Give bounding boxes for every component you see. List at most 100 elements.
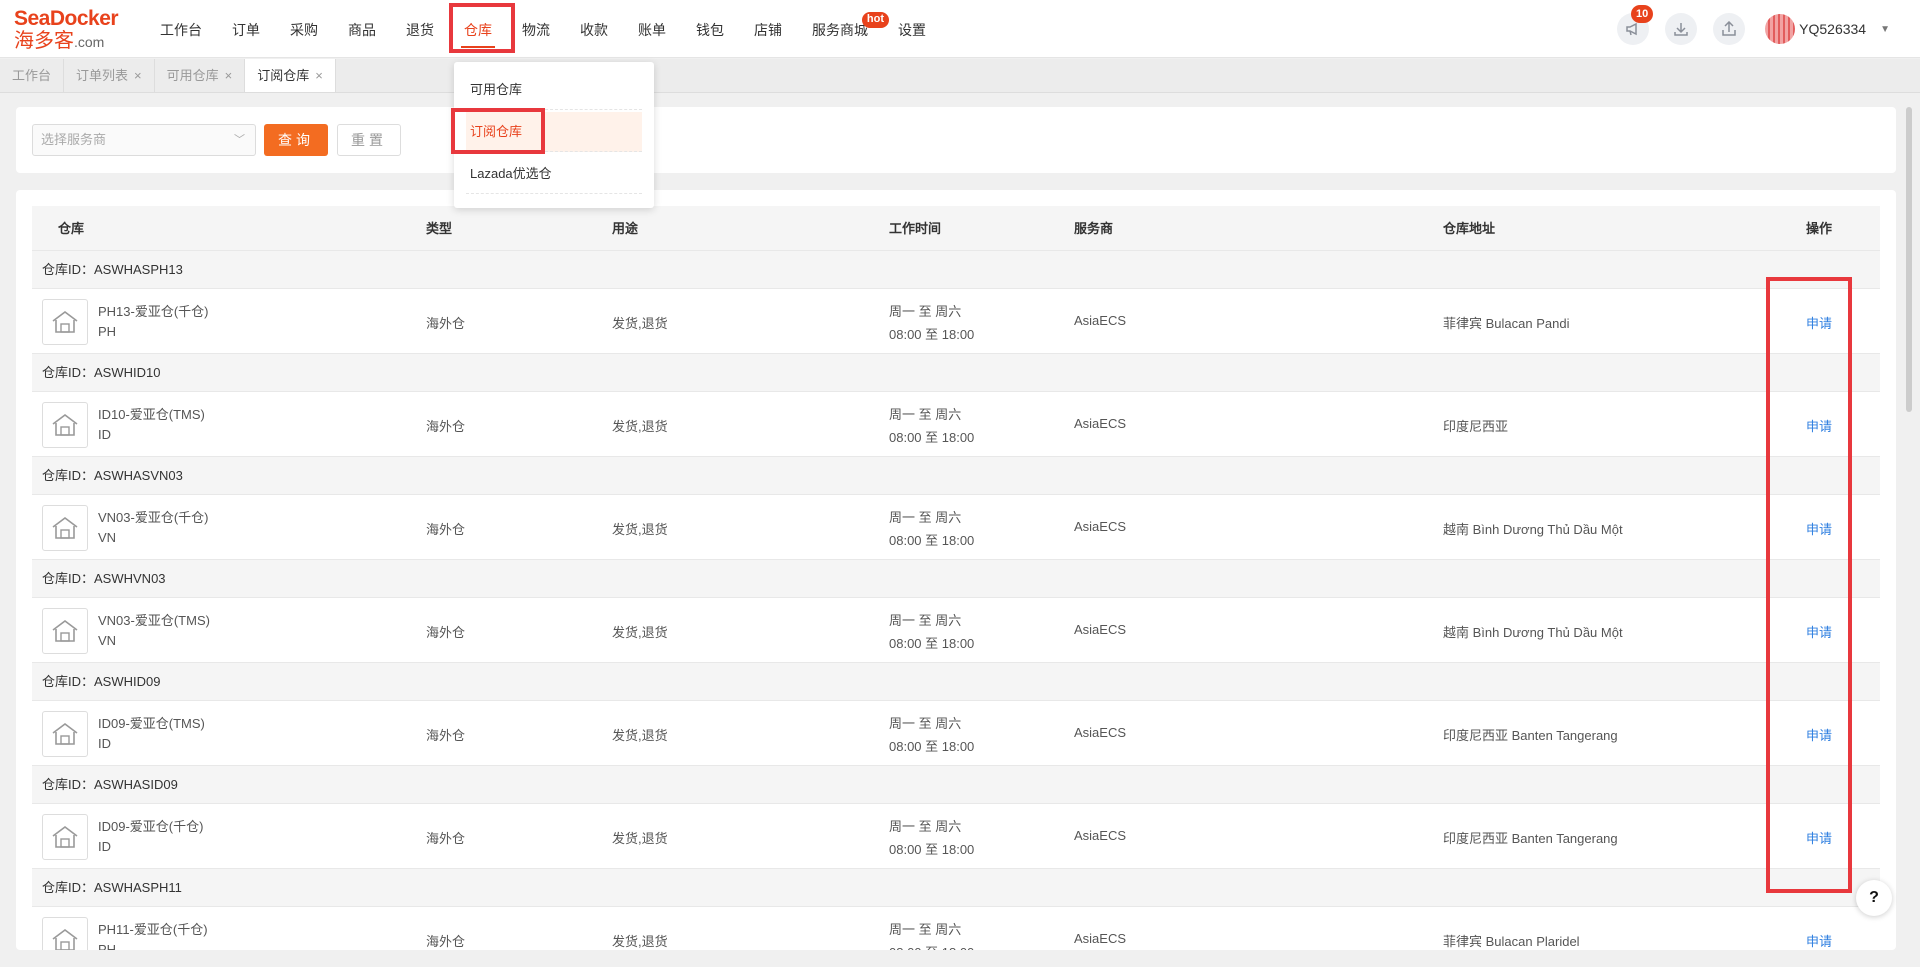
warehouse-group-row: 仓库ID：ASWHVN03 [32,560,1880,598]
group-prefix: 仓库ID： [42,262,95,277]
group-prefix: 仓库ID： [42,674,95,689]
top-navbar: SeaDocker 海多客.com 工作台 订单 采购 商品 退货 仓库 物流 … [0,0,1920,58]
main-nav: 工作台 订单 采购 商品 退货 仓库 物流 收款 账单 钱包 店铺 服务商城 h… [145,0,941,58]
work-hours: 08:00 至 18:00 [889,430,975,445]
apply-link[interactable]: 申请 [1806,931,1832,950]
warehouse-usage: 发货,退货 [612,831,668,846]
download-button[interactable] [1665,13,1698,45]
menu-item-lazada-warehouse[interactable]: Lazada优选仓 [466,154,642,194]
tab-order-list-label: 订单列表 [76,68,129,83]
warehouse-icon [52,311,78,333]
apply-link[interactable]: 申请 [1806,622,1832,641]
warehouse-id: ASWHVN03 [94,571,166,586]
apply-link[interactable]: 申请 [1806,313,1832,332]
warehouse-country-code: PH [98,942,117,950]
group-prefix: 仓库ID： [42,880,95,895]
work-days: 周一 至 周六 [889,304,962,319]
warehouse-provider: AsiaECS [1074,519,1127,534]
tab-order-list[interactable]: 订单列表 × [64,59,155,92]
warehouse-type: 海外仓 [426,728,466,743]
apply-link[interactable]: 申请 [1806,519,1832,538]
warehouse-icon [52,826,78,848]
warehouse-address: 印度尼西亚 Banten Tangerang [1443,728,1618,743]
menu-item-available-warehouse[interactable]: 可用仓库 [466,70,642,110]
warehouse-group-row: 仓库ID：ASWHASID09 [32,766,1880,804]
close-icon[interactable]: × [315,68,323,83]
nav-collection[interactable]: 收款 [565,0,623,58]
header-work-time: 工作时间 [889,221,942,236]
work-days: 周一 至 周六 [889,407,962,422]
warehouse-country-code: ID [98,839,111,854]
warehouse-id: ASWHASID09 [94,777,178,792]
username[interactable]: YQ526334 [1799,21,1866,37]
nav-products[interactable]: 商品 [333,0,391,58]
work-days: 周一 至 周六 [889,716,962,731]
warehouse-usage: 发货,退货 [612,419,668,434]
warehouse-usage: 发货,退货 [612,728,668,743]
query-button[interactable]: 查询 [264,124,328,156]
warehouse-type: 海外仓 [426,316,466,331]
warehouse-thumbnail [42,608,88,654]
nav-stores[interactable]: 店铺 [739,0,797,58]
close-icon[interactable]: × [134,68,142,83]
announcement-button[interactable]: 10 [1617,5,1654,45]
nav-orders[interactable]: 订单 [217,0,275,58]
apply-link[interactable]: 申请 [1806,725,1832,744]
warehouse-group-row: 仓库ID：ASWHASVN03 [32,457,1880,495]
search-panel: 选择服务商 ﹀ 查询 重置 [16,107,1896,173]
chevron-down-icon: ﹀ [234,134,245,146]
table-body: 仓库ID：ASWHASPH13 PH13-爱亚仓(千仓) PH 海外仓 发货,退货 周一 … [32,251,1880,950]
warehouse-icon [52,517,78,539]
table-row: ID09-爱亚仓(TMS) ID 海外仓 发货,退货 周一 至 周六 08:00 至 18… [32,701,1880,766]
megaphone-icon [1626,22,1637,36]
close-icon[interactable]: × [225,68,233,83]
warehouse-country-code: VN [98,530,117,545]
nav-service-mall-label: 服务商城 [812,22,868,38]
nav-returns[interactable]: 退货 [391,0,449,58]
work-hours: 08:00 至 18:00 [889,327,975,342]
warehouse-address: 越南 Bình Dương Thủ Dầu Một [1443,625,1623,640]
header-warehouse: 仓库 [58,221,85,236]
warehouse-name: PH11-爱亚仓(千仓) [98,922,208,937]
warehouse-table-panel: 仓库 类型 用途 工作时间 服务商 仓库地址 操作 仓库ID：ASWHASPH1… [16,190,1896,950]
work-days: 周一 至 周六 [889,819,962,834]
warehouse-provider: AsiaECS [1074,931,1127,946]
work-days: 周一 至 周六 [889,922,962,937]
logo-cn-text: 海多客 [14,30,74,52]
download-icon [1674,23,1688,36]
provider-select[interactable]: 选择服务商 ﹀ [32,124,256,156]
tab-available-warehouse[interactable]: 可用仓库 × [155,59,246,92]
warehouse-thumbnail [42,711,88,757]
provider-select-placeholder: 选择服务商 [41,132,107,147]
nav-purchase[interactable]: 采购 [275,0,333,58]
warehouse-name: PH13-爱亚仓(千仓) [98,304,209,319]
tab-subscribed-warehouse[interactable]: 订阅仓库 × [245,59,336,92]
nav-warehouse[interactable]: 仓库 [449,0,507,58]
chevron-down-icon[interactable]: ▼ [1880,24,1890,35]
export-button[interactable] [1713,13,1746,45]
seadocker-logo[interactable]: SeaDocker 海多客.com [14,8,124,53]
nav-bills[interactable]: 账单 [623,0,681,58]
warehouse-dropdown-menu: 可用仓库 订阅仓库 Lazada优选仓 [454,62,654,208]
work-days: 周一 至 周六 [889,510,962,525]
reset-button[interactable]: 重置 [337,124,401,156]
warehouse-group-row: 仓库ID：ASWHID10 [32,354,1880,392]
header-usage: 用途 [612,221,639,236]
nav-logistics[interactable]: 物流 [507,0,565,58]
logo-cn: 海多客.com [14,30,124,53]
menu-item-subscribed-warehouse[interactable]: 订阅仓库 [466,112,642,152]
nav-wallet[interactable]: 钱包 [681,0,739,58]
nav-service-mall[interactable]: 服务商城 hot [797,0,889,58]
table-header: 仓库 类型 用途 工作时间 服务商 仓库地址 操作 [32,206,1880,251]
user-avatar[interactable] [1765,14,1796,44]
apply-link[interactable]: 申请 [1806,828,1832,847]
table-row: ID09-爱亚仓(千仓) ID 海外仓 发货,退货 周一 至 周六 08:00 至 18:… [32,804,1880,869]
tab-workbench[interactable]: 工作台 [0,59,65,92]
nav-workbench[interactable]: 工作台 [145,0,217,58]
nav-settings[interactable]: 设置 [883,0,941,58]
help-button[interactable]: ? [1856,880,1892,916]
page-scrollbar[interactable] [1906,107,1912,412]
warehouse-group-row: 仓库ID：ASWHASPH13 [32,251,1880,289]
apply-link[interactable]: 申请 [1806,416,1832,435]
logo-domain: .com [74,34,105,50]
